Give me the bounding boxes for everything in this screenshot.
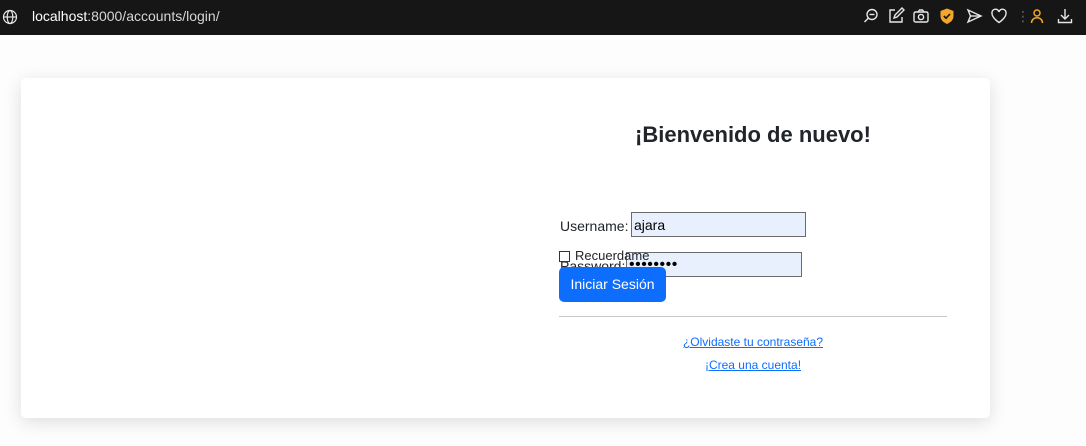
send-icon[interactable]: [965, 7, 983, 25]
remember-checkbox[interactable]: [559, 251, 570, 262]
shield-icon[interactable]: [938, 7, 956, 25]
camera-icon[interactable]: [912, 7, 930, 25]
username-field[interactable]: [631, 212, 806, 237]
profile-icon[interactable]: [1028, 7, 1046, 25]
username-label: Username:: [560, 218, 629, 234]
login-button[interactable]: Iniciar Sesión: [559, 267, 666, 302]
url-host: localhost: [32, 8, 88, 24]
page-content: ¡Bienvenido de nuevo! Username: Password…: [0, 35, 1086, 446]
browser-toolbar: localhost:8000/accounts/login/ ⋮: [0, 0, 1086, 35]
globe-icon[interactable]: [2, 9, 18, 25]
url-path: :8000/accounts/login/: [87, 8, 220, 24]
page-title: ¡Bienvenido de nuevo!: [635, 122, 871, 147]
zoom-icon[interactable]: [862, 7, 880, 25]
edit-icon[interactable]: [887, 7, 905, 25]
login-card: ¡Bienvenido de nuevo! Username: Password…: [21, 78, 990, 418]
heart-icon[interactable]: [990, 7, 1008, 25]
download-icon[interactable]: [1056, 7, 1074, 25]
remember-label[interactable]: Recuerdame: [575, 248, 649, 264]
forgot-password-link[interactable]: ¿Olvidaste tu contraseña?: [559, 335, 947, 350]
signup-link[interactable]: ¡Crea una cuenta!: [559, 358, 947, 373]
divider: [559, 316, 947, 317]
address-bar[interactable]: localhost:8000/accounts/login/: [32, 8, 220, 25]
